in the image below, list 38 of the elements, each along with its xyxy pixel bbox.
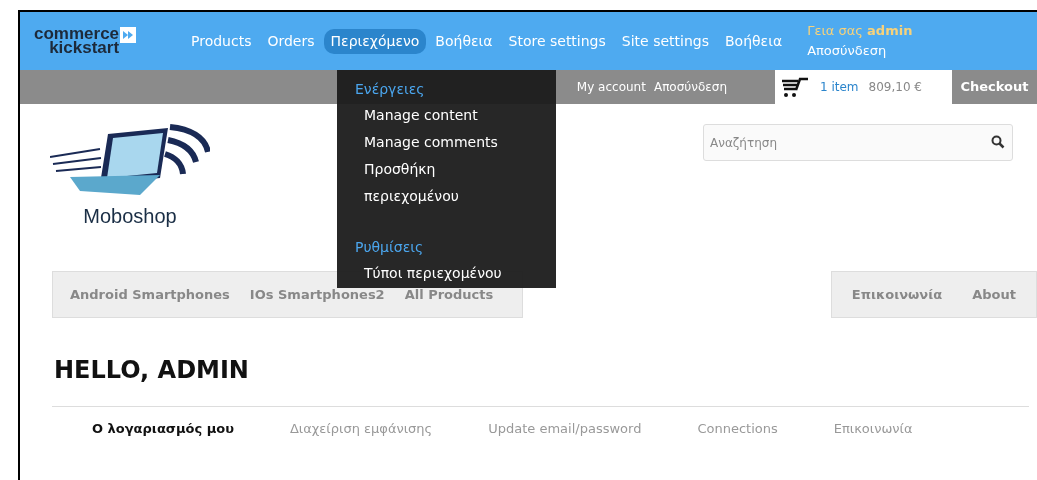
secondary-link[interactable]: About	[972, 284, 1016, 305]
checkout-button[interactable]: Checkout	[952, 70, 1037, 104]
nav-link[interactable]: Site settings	[614, 28, 716, 54]
cart-count[interactable]: 1 item	[820, 78, 859, 96]
category-link[interactable]: Android Smartphones	[70, 284, 230, 305]
account-tab[interactable]: Διαχείριση εμφάνισης	[289, 419, 433, 439]
commerce-kickstart-logo[interactable]: commerce kickstart	[34, 27, 174, 55]
nav-link[interactable]: Περιεχόμενο	[323, 28, 427, 54]
play-forward-icon	[120, 27, 137, 43]
account-tab[interactable]: Επικοινωνία	[833, 419, 913, 439]
account-link[interactable]: My account	[576, 78, 646, 96]
nav-link[interactable]: Store settings	[501, 28, 613, 54]
logout-link[interactable]: Αποσύνδεση	[807, 41, 913, 61]
account-tab[interactable]: Ο λογαριασμός μου	[92, 419, 234, 439]
cart-total: 809,10 €	[868, 79, 922, 96]
laptop-logo-icon	[50, 122, 210, 197]
search-field[interactable]: Αναζήτηση	[703, 124, 1013, 161]
category-link[interactable]: All Products	[404, 284, 494, 305]
account-tab[interactable]: Connections	[697, 419, 778, 439]
dropdown-item[interactable]: Manage comments	[364, 129, 514, 156]
dropdown-heading: Ενέργειες	[355, 80, 426, 99]
dropdown-item[interactable]: Τύποι περιεχομένου	[364, 260, 514, 287]
nav-link[interactable]: Products	[184, 28, 259, 54]
dropdown-item[interactable]: Manage content	[364, 102, 514, 129]
nav-link[interactable]: Βοήθεια	[428, 28, 500, 54]
store-name: Moboshop	[83, 204, 177, 229]
category-link[interactable]: IOs Smartphones2	[249, 284, 385, 305]
nav-link[interactable]: Βοήθεια	[718, 28, 790, 54]
greeting-text: Γεια σας admin	[807, 22, 913, 40]
nav-link[interactable]: Orders	[260, 28, 322, 54]
search-icon[interactable]	[991, 135, 1005, 149]
secondary-link[interactable]: Επικοινωνία	[851, 284, 943, 305]
account-tab[interactable]: Update email/password	[488, 419, 642, 439]
page-heading: HELLO, ADMIN	[54, 355, 249, 386]
dropdown-item[interactable]: Προσθήκη περιεχομένου	[364, 156, 514, 210]
account-link[interactable]: Αποσύνδεση	[653, 78, 727, 96]
dropdown-heading: Ρυθμίσεις	[355, 238, 425, 257]
cart-icon[interactable]	[780, 76, 810, 98]
